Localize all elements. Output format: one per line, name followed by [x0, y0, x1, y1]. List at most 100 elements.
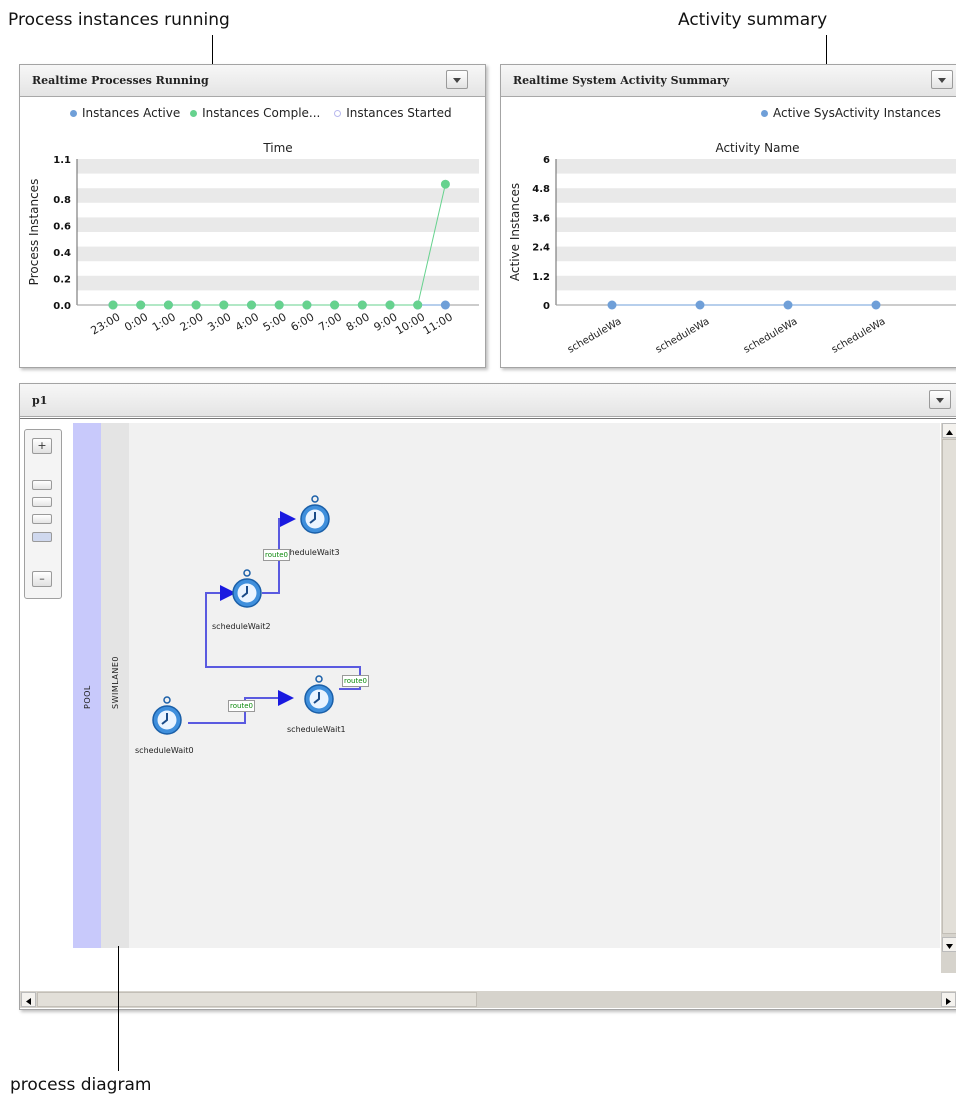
zoom-level-3[interactable]	[32, 514, 52, 524]
data-point	[302, 300, 312, 310]
data-point	[385, 300, 395, 310]
data-point	[413, 300, 423, 310]
callout-process-diagram: process diagram	[10, 1075, 152, 1095]
task-label-wait3: scheduleWait3	[281, 548, 340, 557]
panel-menu-button[interactable]	[931, 70, 953, 89]
panel-header: Realtime Processes Running	[20, 65, 485, 97]
data-point	[108, 300, 118, 310]
data-point	[440, 300, 450, 310]
panel-menu-button[interactable]	[446, 70, 468, 89]
scroll-right-icon[interactable]	[941, 992, 956, 1007]
x-tick-label: 0:00	[122, 310, 150, 334]
horizontal-scrollbar[interactable]	[20, 991, 956, 1008]
data-point	[607, 300, 617, 310]
x-tick-label: 2:00	[178, 310, 206, 334]
grid-band	[556, 275, 956, 291]
zoom-level-2[interactable]	[32, 497, 52, 507]
grid-band	[556, 217, 956, 232]
legend-marker-active-sysactivity	[761, 110, 768, 117]
scroll-up-icon[interactable]	[942, 423, 956, 438]
stopwatch-icon[interactable]	[151, 696, 183, 736]
grid-band	[77, 159, 479, 174]
y-tick-label: 0.8	[53, 195, 71, 206]
x-tick-label: 10:00	[393, 310, 427, 337]
x-tick-label: scheduleWa	[742, 316, 800, 356]
grid-band	[556, 246, 956, 262]
stopwatch-icon[interactable]	[299, 495, 331, 535]
data-point	[274, 300, 284, 310]
legend-marker-completed	[190, 110, 198, 117]
y-tick-label: 0.4	[53, 248, 71, 259]
data-point	[136, 300, 146, 310]
horizontal-scroll-thumb[interactable]	[37, 992, 477, 1007]
y-tick-label: 2.4	[532, 243, 550, 254]
x-tick-label: 8:00	[344, 310, 372, 334]
callout-leader-diagram	[118, 946, 119, 1071]
panel-header: p1	[20, 384, 956, 417]
zoom-out-button[interactable]: –	[32, 571, 52, 587]
data-point	[191, 300, 201, 310]
chart-legend: Instances Active Instances Comple... Ins…	[62, 106, 452, 120]
scroll-down-icon[interactable]	[942, 937, 956, 952]
y-tick-label: 0	[543, 301, 550, 312]
chart-title: Time	[262, 141, 292, 155]
grid-band	[77, 188, 479, 203]
processes-running-panel: Realtime Processes Running Instances Act…	[19, 64, 486, 368]
y-tick-label: 3.6	[532, 213, 550, 224]
route-label-3[interactable]: route0	[263, 549, 290, 561]
callout-process-running: Process instances running	[8, 10, 230, 30]
vertical-scrollbar[interactable]	[941, 423, 956, 973]
route-label-2[interactable]: route0	[342, 675, 369, 687]
legend-item-active-sysactivity: Active SysActivity Instances	[773, 106, 941, 120]
x-tick-label: 5:00	[261, 310, 289, 334]
data-point	[695, 300, 705, 310]
activity-instances-chart: Activity Name Active Instances 6 4.8 3.6 2.4 1…	[508, 141, 956, 356]
connector-wait1-wait2	[205, 585, 361, 690]
panel-menu-button[interactable]	[929, 390, 951, 409]
x-tick-label: 6:00	[289, 310, 317, 334]
legend-marker-active	[70, 110, 77, 117]
chart-legend: Active SysActivity Instances	[753, 106, 941, 120]
task-label-wait1: scheduleWait1	[287, 725, 346, 734]
x-tick-label: 3:00	[205, 310, 233, 334]
y-tick-label: 1.2	[532, 272, 550, 283]
route-label-1[interactable]: route0	[228, 700, 255, 712]
legend-item-started: Instances Started	[346, 106, 452, 120]
chart-title: Activity Name	[715, 141, 799, 155]
zoom-toolbar: + –	[24, 429, 62, 599]
grid-band	[77, 275, 479, 291]
task-label-wait0: scheduleWait0	[135, 746, 194, 755]
y-axis-title: Active Instances	[508, 183, 522, 281]
grid-band	[77, 246, 479, 262]
legend-item-active: Instances Active	[82, 106, 181, 120]
data-point	[783, 300, 793, 310]
legend-item-completed: Instances Comple...	[202, 106, 321, 120]
stopwatch-icon[interactable]	[303, 675, 335, 715]
x-tick-label: 11:00	[421, 310, 455, 337]
x-tick-label: 23:00	[89, 310, 123, 337]
y-tick-label: 0.6	[53, 221, 71, 232]
x-tick-label: scheduleWa	[830, 316, 888, 356]
data-point	[219, 300, 229, 310]
task-label-wait2: scheduleWait2	[212, 622, 271, 631]
connector-lines	[188, 511, 361, 724]
y-axis-title: Process Instances	[27, 179, 41, 286]
stopwatch-icon[interactable]	[231, 569, 263, 609]
grid-band	[77, 217, 479, 232]
zoom-in-button[interactable]: +	[32, 438, 52, 454]
panel-title: p1	[32, 394, 48, 407]
zoom-level-1[interactable]	[32, 480, 52, 490]
x-tick-label: scheduleWa	[566, 316, 624, 356]
y-tick-label: 4.8	[532, 184, 550, 195]
legend-marker-started	[334, 110, 342, 117]
panel-title: Realtime Processes Running	[32, 74, 209, 87]
vertical-scroll-thumb[interactable]	[942, 439, 956, 934]
grid-band	[556, 188, 956, 203]
y-tick-label: 6	[543, 155, 550, 166]
panel-header: Realtime System Activity Summary	[501, 65, 956, 97]
x-tick-label: scheduleWa	[654, 316, 712, 356]
process-diagram-panel: p1 POOL SWIMLANE0 scheduleWait0 schedule…	[19, 383, 956, 1010]
diagram-viewport: POOL SWIMLANE0 scheduleWait0 scheduleWai…	[20, 418, 956, 1008]
zoom-level-4[interactable]	[32, 532, 52, 542]
scroll-left-icon[interactable]	[21, 992, 36, 1007]
